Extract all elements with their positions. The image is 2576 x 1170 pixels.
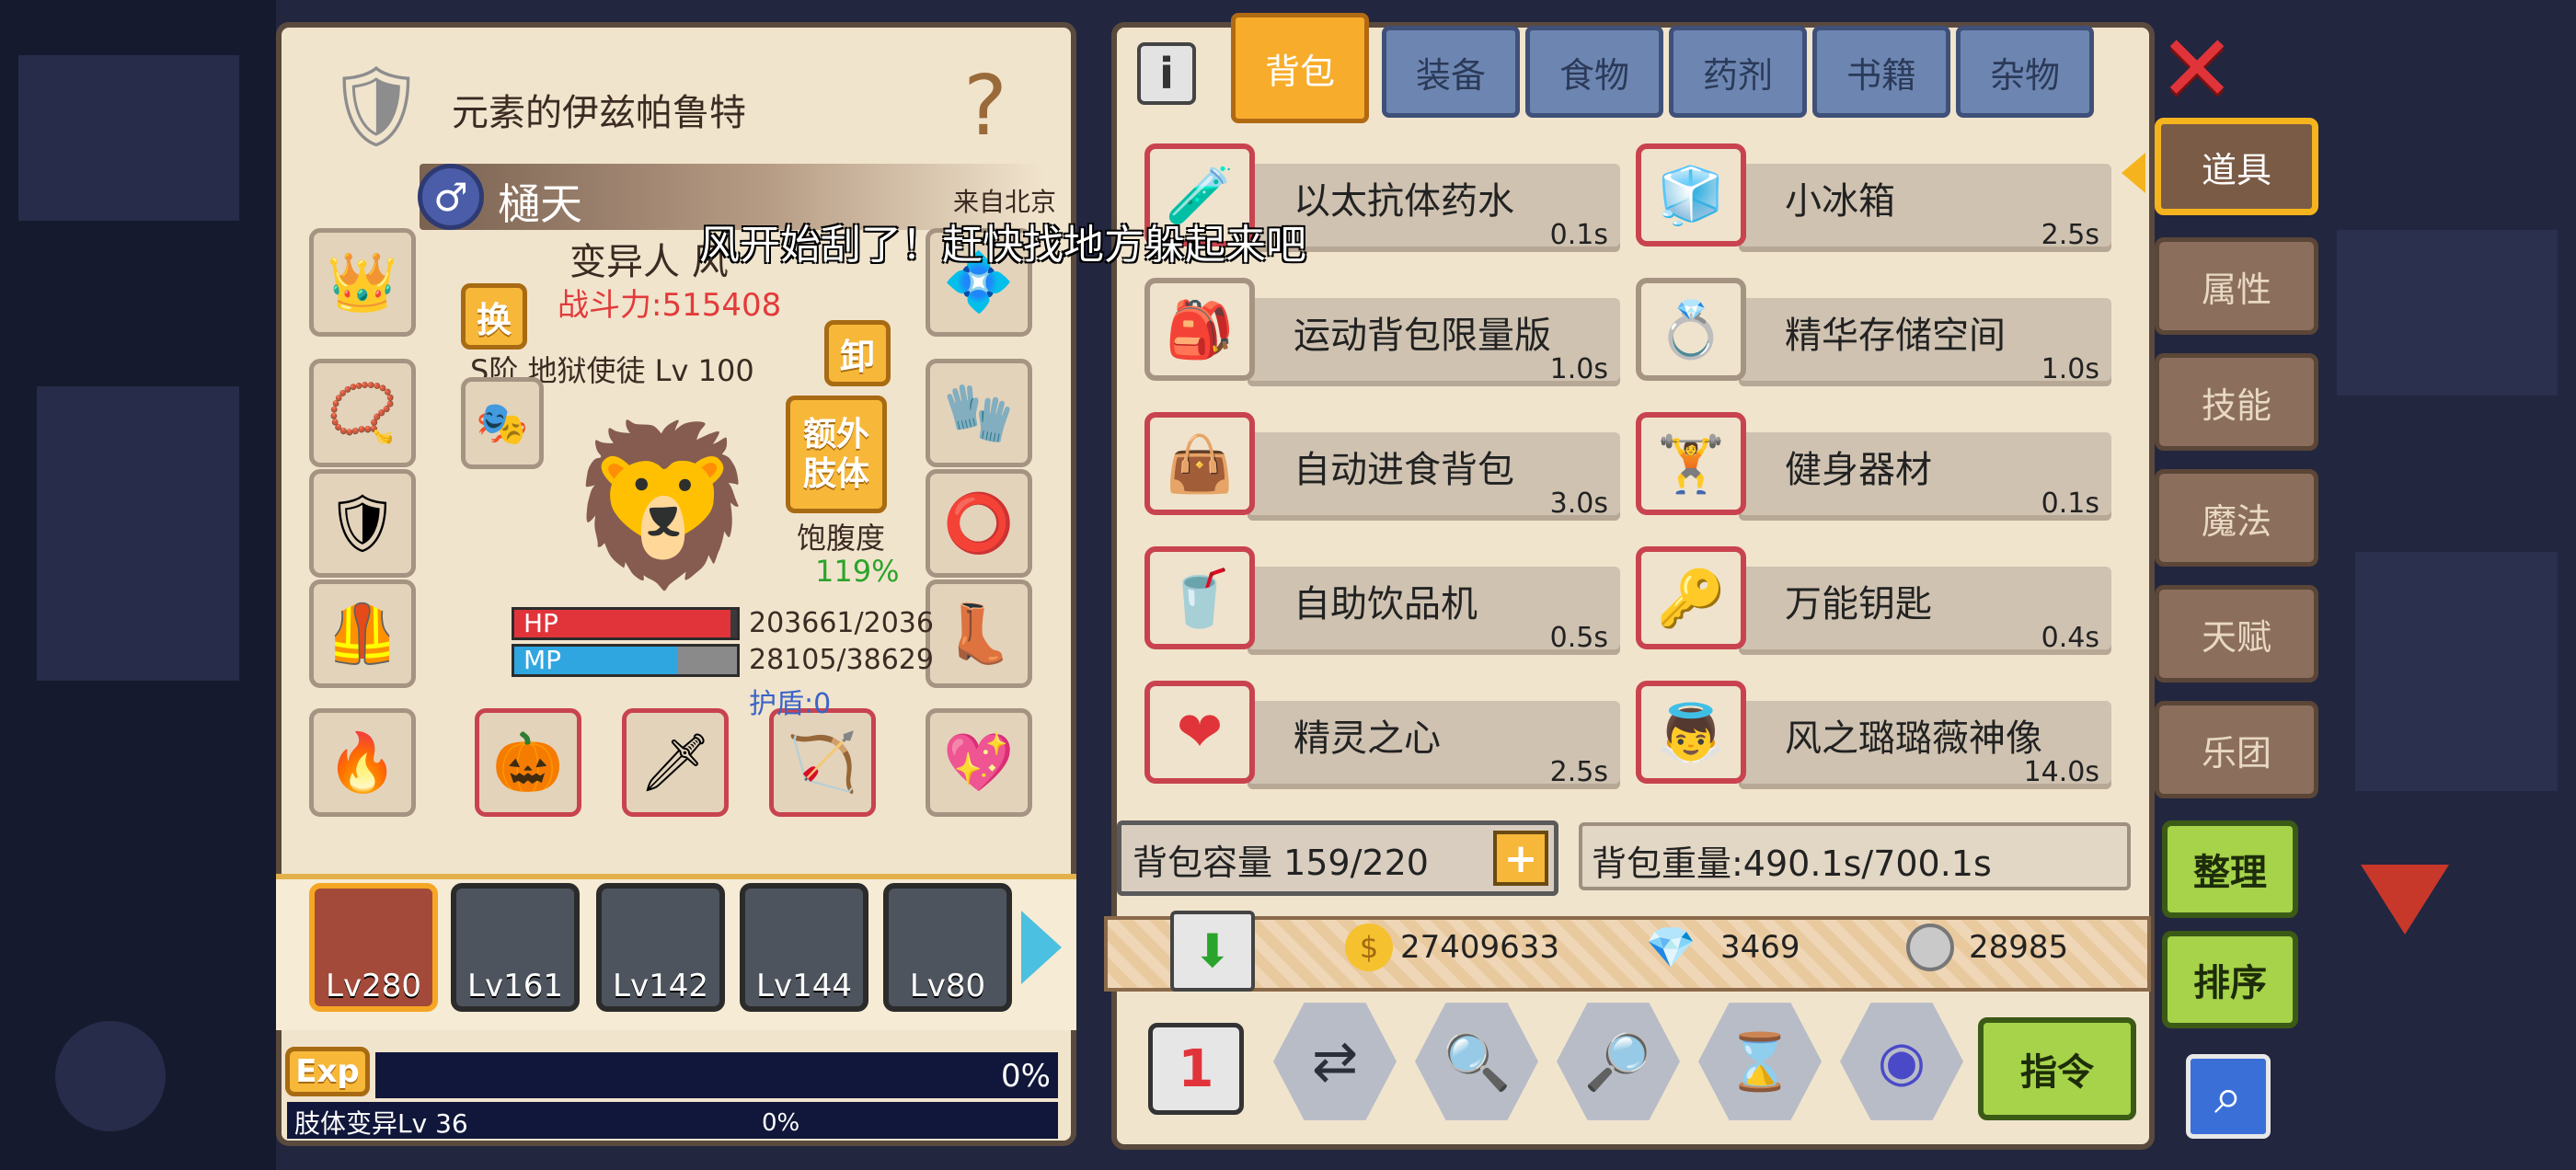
party-member-4[interactable]: Lv144 <box>740 883 868 1012</box>
character-title: 元素的伊兹帕鲁特 <box>452 92 746 134</box>
silver-coin-icon <box>1906 923 1954 971</box>
tab-misc[interactable]: 杂物 <box>1956 26 2094 118</box>
tab-backpack[interactable]: 背包 <box>1231 13 1369 123</box>
side-tab-attributes[interactable]: 属性 <box>2155 237 2318 335</box>
hotkey-number-icon[interactable]: 1 <box>1148 1023 1244 1115</box>
equip-slot-boots[interactable]: 🔥 <box>309 708 416 817</box>
story-subtitle: 风开始刮了！赶快找地方躲起来吧 <box>699 222 1306 269</box>
equip-slot-ring[interactable]: ⭕ <box>926 469 1032 578</box>
command-button[interactable]: 指令 <box>1978 1017 2136 1120</box>
exp-bar <box>375 1052 1058 1098</box>
key-icon: 🔑 <box>1636 546 1746 649</box>
side-tab-items[interactable]: 道具 <box>2155 118 2318 215</box>
character-name: 樋天 <box>498 179 582 229</box>
party-member-3[interactable]: Lv142 <box>596 883 725 1012</box>
exp-badge: Exp <box>285 1047 370 1096</box>
male-icon: ♂ <box>418 164 484 230</box>
combat-power: 战斗力:515408 <box>558 287 782 324</box>
side-tab-skills[interactable]: 技能 <box>2155 353 2318 451</box>
side-tab-band[interactable]: 乐团 <box>2155 701 2318 798</box>
inventory-item[interactable]: 🧊 小冰箱 2.5s <box>1619 136 2114 258</box>
equip-slot-glove[interactable]: 🧤 <box>926 359 1032 467</box>
organize-button[interactable]: 整理 <box>2162 820 2298 918</box>
statue-icon: 👼 <box>1636 681 1746 784</box>
party-member-1[interactable]: Lv280 <box>309 883 438 1012</box>
side-tab-magic[interactable]: 魔法 <box>2155 469 2318 567</box>
tab-books[interactable]: 书籍 <box>1812 26 1950 118</box>
down-arrow-icon[interactable] <box>2361 865 2449 935</box>
heart-icon: ❤ <box>1144 681 1255 784</box>
magnifier-icon[interactable]: ⌕ <box>2186 1054 2271 1139</box>
bag-icon: 👜 <box>1144 412 1255 515</box>
exp-value: 0% <box>1001 1058 1051 1095</box>
inventory-item[interactable]: 👼 风之璐璐薇神像 14.0s <box>1619 673 2114 795</box>
ring-icon: 💍 <box>1636 278 1746 381</box>
inventory-item[interactable]: 💍 精华存储空间 1.0s <box>1619 270 2114 392</box>
equip-slot-charm[interactable]: 💖 <box>926 708 1032 817</box>
backpack-weight: 背包重量:490.1s/700.1s <box>1579 822 2131 890</box>
mutation-label: 肢体变异Lv 36 <box>294 1108 468 1139</box>
diamond-icon: 💎 <box>1645 924 1696 971</box>
inventory-item[interactable]: ❤ 精灵之心 2.5s <box>1128 673 1623 795</box>
mp-label: MP <box>523 645 562 675</box>
weight-label: 背包重量:490.1s/700.1s <box>1592 843 1992 884</box>
inventory-item[interactable]: 🔑 万能钥匙 0.4s <box>1619 539 2114 660</box>
guild-emblem-icon[interactable]: 🛡 <box>307 46 445 166</box>
side-tab-talent[interactable]: 天赋 <box>2155 585 2318 682</box>
vending-machine-icon: 🥤 <box>1144 546 1255 649</box>
hp-label: HP <box>523 608 558 638</box>
close-icon[interactable]: ✕ <box>2151 15 2243 122</box>
party-next-arrow-icon[interactable] <box>1021 911 1062 984</box>
satiety-value: 119% <box>815 554 900 589</box>
backpack-capacity: 背包容量 159/220 + <box>1117 820 1558 896</box>
party-member-5[interactable]: Lv80 <box>883 883 1012 1012</box>
expand-capacity-button[interactable]: + <box>1493 831 1548 886</box>
tab-potion[interactable]: 药剂 <box>1669 26 1807 118</box>
diamond-amount: 3469 <box>1720 929 1800 966</box>
shield-value: 护盾:0 <box>749 688 832 720</box>
equip-slot-weapon-3[interactable]: 🏹 <box>769 708 876 817</box>
inventory-item[interactable]: 🏋 健身器材 0.1s <box>1619 405 2114 526</box>
silver-amount: 28985 <box>1969 929 2069 966</box>
swap-button[interactable]: 换 <box>461 283 527 350</box>
backpack-icon: 🎒 <box>1144 278 1255 381</box>
outfit-hanger-icon[interactable]: ? <box>916 46 1054 166</box>
party-member-2[interactable]: Lv161 <box>451 883 580 1012</box>
mp-value: 28105/38629 <box>749 644 934 676</box>
mp-bar: MP <box>512 644 740 677</box>
sort-button[interactable]: 排序 <box>2162 931 2298 1028</box>
capacity-label: 背包容量 159/220 <box>1133 843 1429 883</box>
gold-coin-icon: $ <box>1345 923 1393 971</box>
storage-icon[interactable]: ⬇ <box>1170 911 1255 992</box>
equip-slot-weapon-1[interactable]: 🎃 <box>475 708 581 817</box>
info-icon[interactable]: i <box>1137 42 1196 105</box>
tab-equipment[interactable]: 装备 <box>1382 26 1520 118</box>
hp-value: 203661/2036 <box>749 607 934 639</box>
equip-slot-shoes[interactable]: 👢 <box>926 579 1032 688</box>
equip-slot-armor[interactable]: 🛡 <box>309 469 416 578</box>
inventory-item[interactable]: 👜 自动进食背包 3.0s <box>1128 405 1623 526</box>
character-panel: 🛡 元素的伊兹帕鲁特 ? ♂ 樋天 来自北京 变异人 风 战斗力:515408 … <box>276 22 1076 1063</box>
equip-slot-necklace[interactable]: 📿 <box>309 359 416 467</box>
fridge-icon: 🧊 <box>1636 143 1746 247</box>
equip-slot-belt[interactable]: 🦺 <box>309 579 416 688</box>
hp-bar: HP <box>512 607 740 640</box>
character-sprite[interactable]: 🦁 <box>512 377 815 635</box>
inventory-item[interactable]: 🥤 自助饮品机 0.5s <box>1128 539 1623 660</box>
side-tab-pointer-icon <box>2122 153 2145 193</box>
gold-amount: 27409633 <box>1400 929 1560 966</box>
inventory-item[interactable]: 🎒 运动背包限量版 1.0s <box>1128 270 1623 392</box>
mutation-value: 0% <box>762 1109 800 1137</box>
equip-slot-weapon-2[interactable]: 🗡 <box>622 708 729 817</box>
tab-food[interactable]: 食物 <box>1525 26 1663 118</box>
fitness-icon: 🏋 <box>1636 412 1746 515</box>
equip-slot-helmet[interactable]: 👑 <box>309 228 416 337</box>
unequip-button[interactable]: 卸 <box>824 320 891 386</box>
